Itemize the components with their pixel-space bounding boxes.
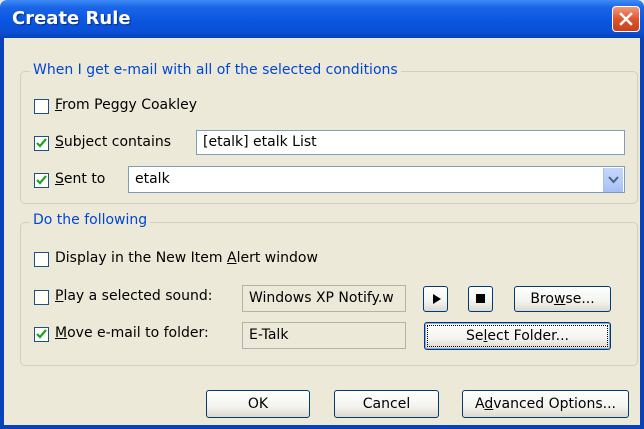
sound-file-field: Windows XP Notify.w [242, 285, 406, 312]
chevron-down-icon [608, 176, 619, 184]
sound-checkbox[interactable] [34, 290, 49, 305]
window-frame-left [0, 38, 4, 429]
cancel-label: Cancel [362, 396, 411, 412]
move-checkbox[interactable] [34, 327, 49, 342]
conditions-legend: When I get e-mail with all of the select… [30, 62, 401, 78]
select-folder-button[interactable]: Select Folder... [424, 322, 611, 350]
advanced-options-button[interactable]: Advanced Options... [462, 390, 629, 418]
browse-button[interactable]: Browse... [514, 286, 611, 312]
title-bar[interactable]: Create Rule [0, 0, 644, 38]
subject-input[interactable]: [etalk] etalk List [196, 130, 625, 155]
dropdown-button[interactable] [603, 168, 623, 192]
close-icon [619, 12, 633, 26]
play-sound-button[interactable] [423, 286, 448, 312]
stop-sound-button[interactable] [468, 286, 493, 312]
alert-label[interactable]: Display in the New Item Alert window [55, 250, 318, 266]
browse-label: Browse... [530, 291, 595, 307]
subject-label[interactable]: Subject contains [55, 134, 171, 150]
cancel-button[interactable]: Cancel [334, 390, 439, 418]
stop-icon [476, 294, 485, 303]
play-icon [433, 294, 441, 304]
advanced-options-label: Advanced Options... [475, 396, 616, 412]
sound-label[interactable]: Play a selected sound: [55, 288, 212, 304]
checkmark-icon [36, 329, 47, 339]
select-folder-label: Select Folder... [466, 328, 569, 344]
sent-to-label[interactable]: Sent to [55, 171, 105, 187]
checkmark-icon [36, 175, 47, 185]
from-checkbox[interactable] [34, 99, 49, 114]
sent-to-checkbox[interactable] [34, 173, 49, 188]
ok-label: OK [247, 396, 269, 412]
window-frame-right [640, 38, 644, 429]
checkmark-icon [36, 138, 47, 148]
sent-to-value: etalk [135, 171, 170, 187]
from-label[interactable]: From Peggy Coakley [55, 97, 197, 113]
alert-checkbox[interactable] [34, 252, 49, 267]
close-button[interactable] [612, 6, 640, 32]
ok-button[interactable]: OK [206, 390, 310, 418]
actions-legend: Do the following [30, 212, 151, 228]
window-title: Create Rule [12, 8, 131, 29]
subject-checkbox[interactable] [34, 136, 49, 151]
sent-to-combobox[interactable]: etalk [128, 166, 625, 193]
window-frame-bottom [0, 425, 644, 429]
folder-field: E-Talk [242, 322, 406, 349]
move-label[interactable]: Move e-mail to folder: [55, 325, 209, 341]
